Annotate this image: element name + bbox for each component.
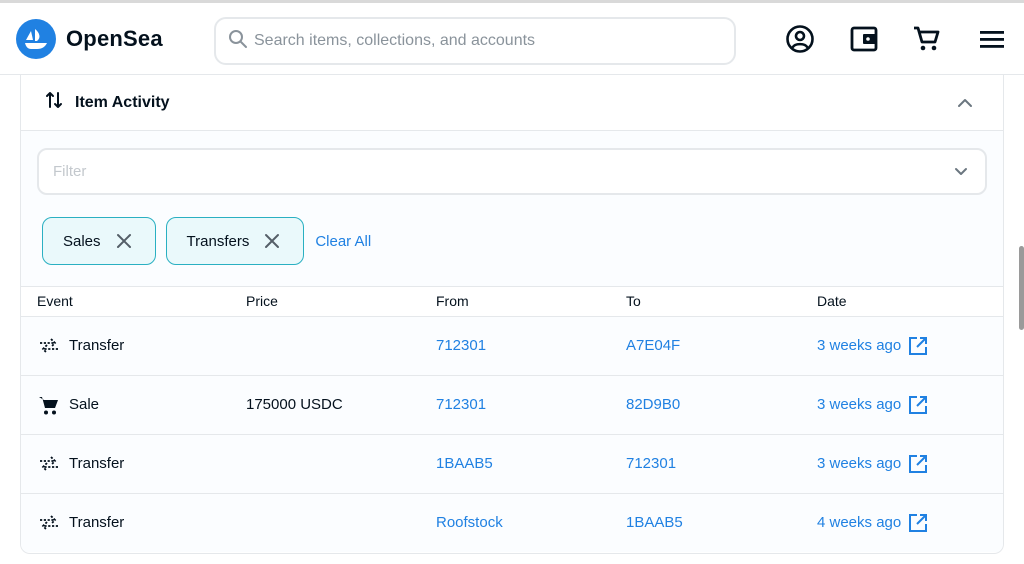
external-link-icon[interactable] [907, 453, 929, 475]
from-link[interactable]: 1BAAB5 [436, 455, 493, 472]
cart-icon [37, 393, 61, 417]
filter-chip-sales[interactable]: Sales [42, 217, 156, 265]
transfer-icon [37, 334, 61, 358]
external-link-icon[interactable] [907, 335, 929, 357]
item-activity-panel: Item Activity Filter Sales Transfers Cle… [20, 75, 1004, 554]
swap-vertical-icon [45, 90, 63, 115]
close-icon[interactable] [263, 232, 281, 250]
column-header-from: From [436, 293, 469, 310]
price-cell: 175000 USDC [246, 396, 343, 413]
table-row: Transfer Roofstock 1BAAB5 4 weeks ago [21, 493, 1003, 552]
close-icon[interactable] [115, 232, 133, 250]
opensea-logo[interactable]: OpenSea [16, 19, 163, 59]
table-row: Transfer 712301 A7E04F 3 weeks ago [21, 316, 1003, 375]
date-link[interactable]: 3 weeks ago [817, 337, 901, 354]
to-link[interactable]: 82D9B0 [626, 396, 680, 413]
chevron-down-icon [951, 161, 971, 181]
transfer-icon [37, 511, 61, 535]
external-link-icon[interactable] [907, 512, 929, 534]
date-link[interactable]: 3 weeks ago [817, 396, 901, 413]
table-row: Transfer 1BAAB5 712301 3 weeks ago [21, 434, 1003, 493]
external-link-icon[interactable] [907, 394, 929, 416]
from-link[interactable]: 712301 [436, 396, 486, 413]
item-activity-header[interactable]: Item Activity [21, 75, 1003, 131]
top-navbar: OpenSea [0, 3, 1024, 75]
from-link[interactable]: 712301 [436, 337, 486, 354]
to-link[interactable]: 1BAAB5 [626, 514, 683, 531]
column-header-event: Event [37, 293, 73, 310]
filter-chip-label: Sales [63, 232, 101, 250]
brand-name: OpenSea [66, 26, 163, 51]
wallet-icon[interactable] [848, 23, 880, 55]
opensea-logo-icon [16, 19, 56, 59]
event-label: Transfer [69, 455, 125, 472]
date-link[interactable]: 4 weeks ago [817, 514, 901, 531]
search-input[interactable] [254, 32, 714, 50]
page-scrollbar[interactable] [1019, 246, 1024, 330]
price-cell [230, 316, 420, 375]
event-label: Sale [69, 396, 100, 413]
table-header-row: Event Price From To Date [21, 287, 1003, 316]
filter-dropdown[interactable]: Filter [37, 148, 987, 195]
table-row: Sale 175000 USDC 712301 82D9B0 3 weeks a… [21, 375, 1003, 434]
item-activity-title: Item Activity [75, 93, 170, 111]
search-icon [228, 29, 248, 54]
event-label: Transfer [69, 337, 125, 354]
to-link[interactable]: A7E04F [626, 337, 680, 354]
search-bar[interactable] [214, 17, 736, 65]
column-header-date: Date [817, 293, 847, 310]
activity-table: Event Price From To Date Transfer 712301… [21, 287, 1003, 552]
menu-icon[interactable] [976, 23, 1008, 55]
event-label: Transfer [69, 514, 125, 532]
filter-chip-transfers[interactable]: Transfers [165, 217, 305, 265]
account-icon[interactable] [784, 23, 816, 55]
chevron-up-icon[interactable] [953, 91, 977, 115]
column-header-price: Price [246, 293, 278, 310]
filter-placeholder: Filter [53, 163, 87, 180]
filter-chip-label: Transfers [186, 232, 250, 250]
price-cell [230, 493, 420, 552]
price-cell [230, 434, 420, 493]
active-filter-chips: Sales Transfers Clear All [42, 217, 371, 265]
clear-all-button[interactable]: Clear All [315, 233, 371, 250]
activity-filter-area: Filter Sales Transfers Clear All [21, 131, 1003, 287]
from-link[interactable]: Roofstock [436, 514, 503, 531]
date-link[interactable]: 3 weeks ago [817, 455, 901, 472]
column-header-to: To [626, 293, 641, 310]
transfer-icon [37, 452, 61, 476]
to-link[interactable]: 712301 [626, 455, 676, 472]
cart-icon[interactable] [911, 23, 943, 55]
